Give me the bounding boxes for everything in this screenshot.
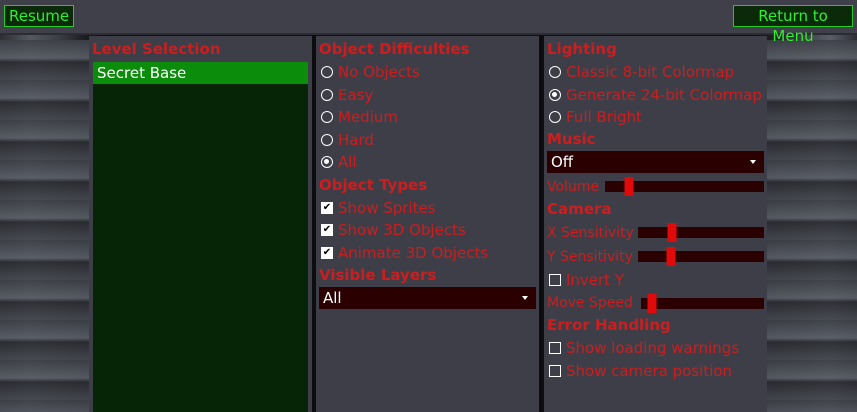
- y-sensitivity-slider[interactable]: [638, 247, 764, 266]
- radio-icon[interactable]: [321, 88, 333, 101]
- right-wall: [767, 40, 857, 412]
- object-type-label: Show Sprites: [338, 198, 436, 217]
- top-bar: Resume Return to Menu: [0, 0, 857, 45]
- object-type-show-3d-objects[interactable]: ✔ Show 3D Objects: [319, 219, 536, 242]
- difficulty-option-all[interactable]: All: [319, 151, 536, 174]
- move-speed-row: Move Speed: [547, 291, 764, 315]
- visible-layers-value: All: [323, 289, 342, 307]
- object-settings-panel: Object Difficulties No Objects Easy Medi…: [316, 36, 539, 412]
- difficulty-option-medium[interactable]: Medium: [319, 106, 536, 129]
- object-type-label: Show 3D Objects: [338, 221, 466, 240]
- radio-icon[interactable]: [321, 111, 333, 124]
- y-sensitivity-slider-thumb[interactable]: [666, 247, 676, 266]
- show-camera-position-label: Show camera position: [566, 361, 733, 380]
- left-wall: [0, 40, 90, 412]
- radio-selected-icon[interactable]: [549, 88, 561, 101]
- lighting-option-generate[interactable]: Generate 24-bit Colormap: [547, 84, 764, 107]
- resume-button[interactable]: Resume: [4, 5, 74, 27]
- difficulty-option-label: No Objects: [338, 63, 420, 82]
- checkbox-icon[interactable]: [549, 342, 561, 355]
- volume-label: Volume: [547, 178, 600, 195]
- lighting-option-full-bright[interactable]: Full Bright: [547, 106, 764, 129]
- return-to-menu-button[interactable]: Return to Menu: [733, 5, 853, 45]
- chevron-down-icon: [750, 159, 756, 164]
- volume-slider-thumb[interactable]: [624, 177, 634, 196]
- show-loading-warnings-label: Show loading warnings: [566, 339, 740, 358]
- checkbox-icon[interactable]: [549, 273, 561, 286]
- difficulty-option-no-objects[interactable]: No Objects: [319, 61, 536, 84]
- radio-icon[interactable]: [321, 133, 333, 146]
- move-speed-label: Move Speed: [547, 295, 633, 311]
- error-handling-title: Error Handling: [547, 316, 671, 334]
- music-title: Music: [547, 129, 596, 148]
- radio-icon[interactable]: [321, 66, 333, 79]
- visible-layers-title: Visible Layers: [319, 266, 437, 284]
- checkmark-icon[interactable]: ✔: [321, 246, 333, 259]
- visible-layers-dropdown[interactable]: All: [319, 287, 536, 309]
- difficulty-option-label: Hard: [338, 130, 374, 149]
- display-settings-panel: Lighting Classic 8-bit Colormap Generate…: [544, 36, 767, 412]
- volume-slider[interactable]: [605, 177, 764, 196]
- x-sensitivity-row: X Sensitivity: [547, 221, 764, 245]
- move-speed-slider-thumb[interactable]: [647, 293, 657, 313]
- y-sensitivity-row: Y Sensitivity: [547, 245, 764, 269]
- difficulty-option-label: All: [338, 153, 357, 172]
- move-speed-slider[interactable]: [641, 293, 764, 313]
- checkbox-icon[interactable]: [549, 364, 561, 377]
- chevron-down-icon: [522, 296, 528, 300]
- level-list[interactable]: Secret Base: [93, 62, 308, 412]
- camera-title: Camera: [547, 199, 612, 218]
- radio-icon[interactable]: [549, 66, 561, 79]
- invert-y-label: Invert Y: [566, 270, 625, 289]
- object-type-show-sprites[interactable]: ✔ Show Sprites: [319, 197, 536, 220]
- radio-selected-icon[interactable]: [321, 156, 333, 169]
- show-loading-warnings-option[interactable]: Show loading warnings: [547, 337, 764, 360]
- level-selection-title: Level Selection: [92, 40, 221, 58]
- x-sensitivity-label: X Sensitivity: [547, 224, 634, 241]
- volume-row: Volume: [547, 175, 764, 199]
- object-type-label: Animate 3D Objects: [338, 243, 489, 262]
- invert-y-option[interactable]: Invert Y: [547, 269, 764, 292]
- level-selection-panel: Level Selection Secret Base: [89, 36, 312, 412]
- difficulty-option-label: Easy: [338, 85, 374, 104]
- checkmark-icon[interactable]: ✔: [321, 201, 333, 214]
- difficulty-option-label: Medium: [338, 108, 398, 127]
- object-types-title: Object Types: [319, 175, 428, 194]
- x-sensitivity-slider[interactable]: [638, 223, 764, 242]
- difficulty-option-easy[interactable]: Easy: [319, 84, 536, 107]
- object-type-animate-3d-objects[interactable]: ✔ Animate 3D Objects: [319, 242, 536, 265]
- music-dropdown[interactable]: Off: [547, 150, 764, 173]
- music-value: Off: [551, 152, 574, 171]
- lighting-option-label: Generate 24-bit Colormap: [566, 85, 762, 104]
- object-difficulties-title: Object Difficulties: [319, 40, 470, 58]
- x-sensitivity-slider-thumb[interactable]: [667, 223, 677, 242]
- lighting-option-classic[interactable]: Classic 8-bit Colormap: [547, 61, 764, 84]
- show-camera-position-option[interactable]: Show camera position: [547, 360, 764, 383]
- checkmark-icon[interactable]: ✔: [321, 224, 333, 237]
- lighting-title: Lighting: [547, 40, 617, 58]
- radio-icon[interactable]: [549, 111, 561, 124]
- y-sensitivity-label: Y Sensitivity: [547, 248, 633, 265]
- lighting-option-label: Classic 8-bit Colormap: [566, 63, 735, 82]
- difficulty-option-hard[interactable]: Hard: [319, 129, 536, 152]
- lighting-option-label: Full Bright: [566, 108, 642, 127]
- level-item-secret-base[interactable]: Secret Base: [93, 62, 308, 84]
